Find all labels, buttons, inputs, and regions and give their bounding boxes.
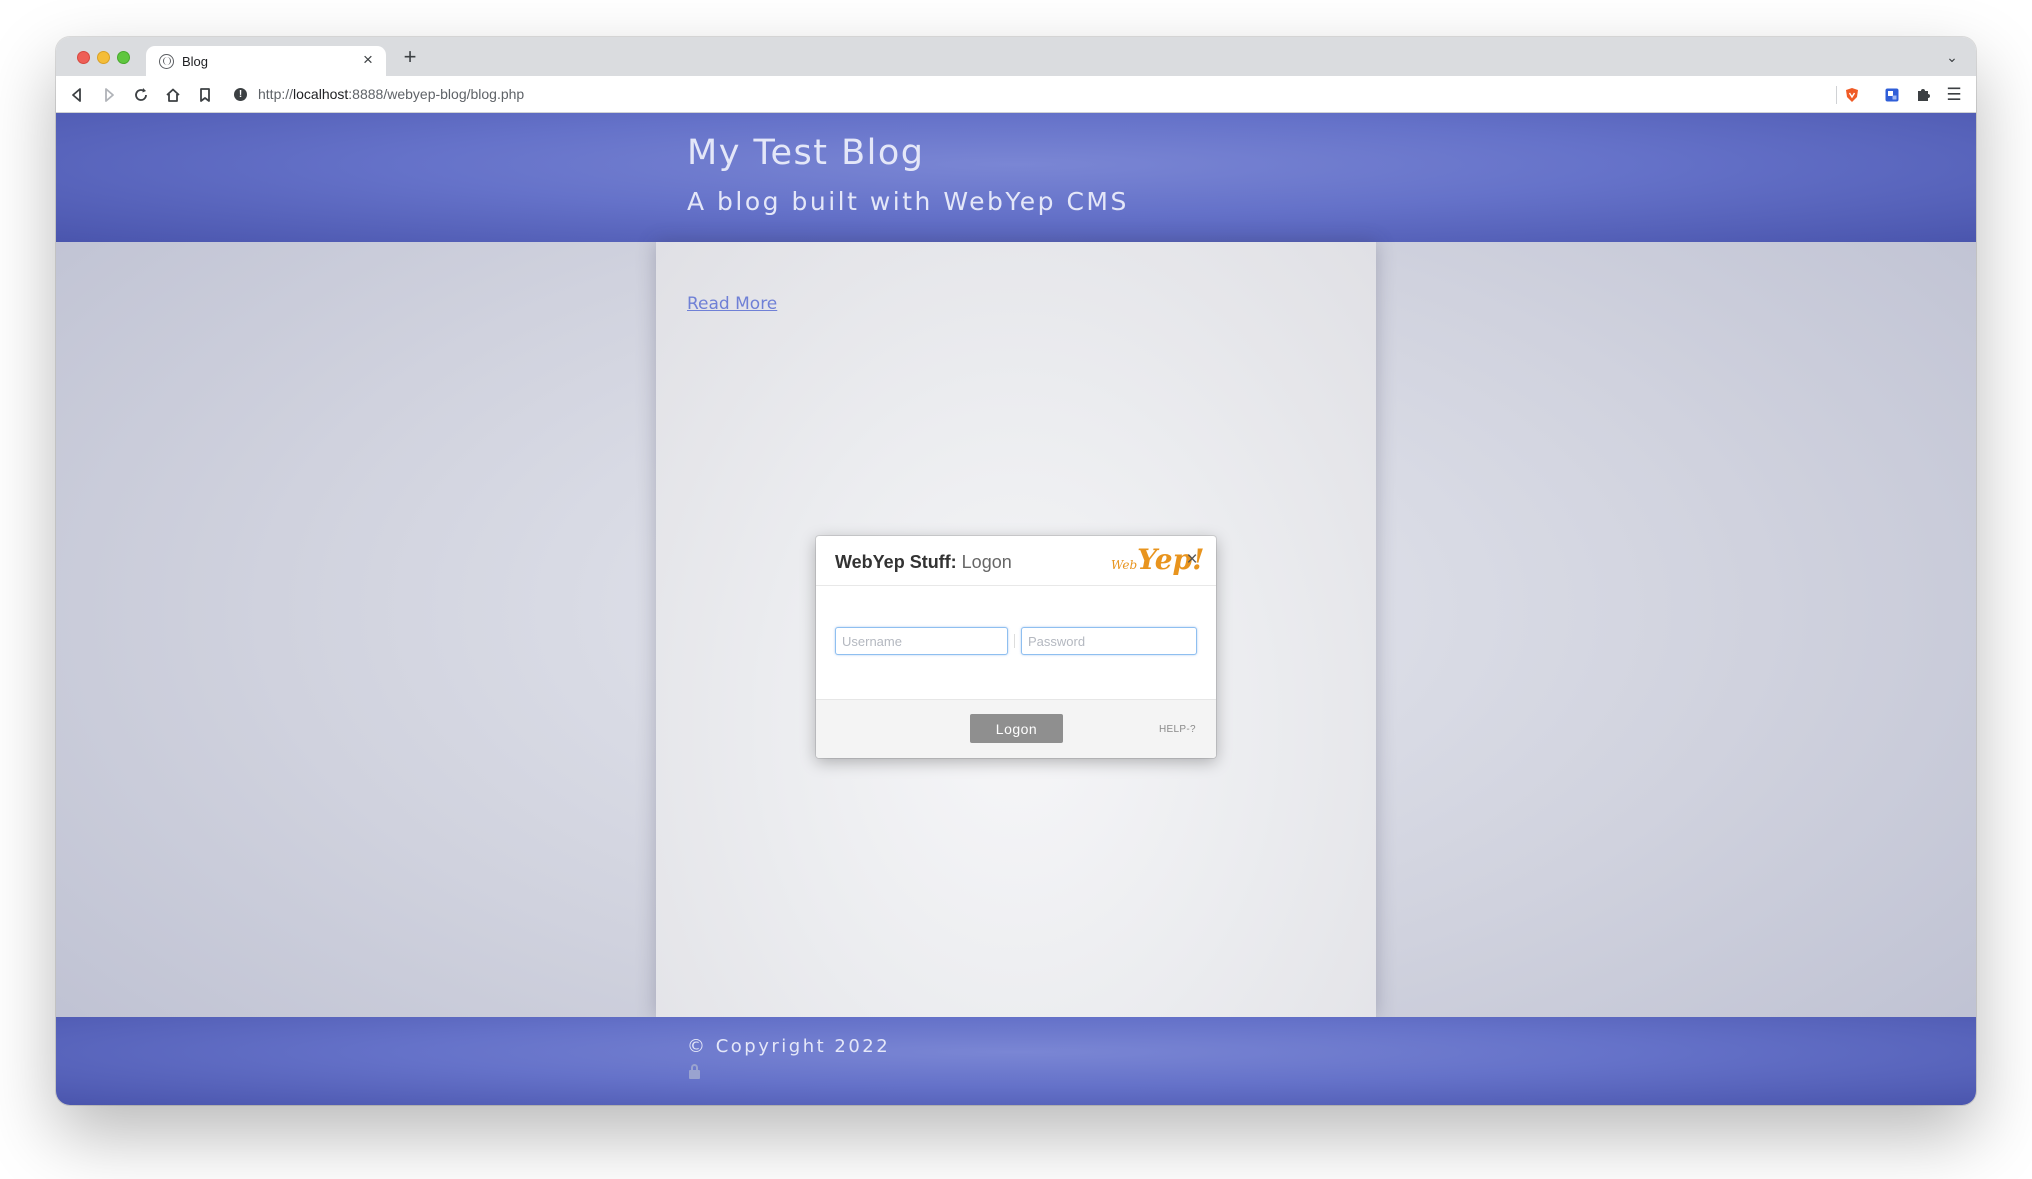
tab-close-icon[interactable]: × [358,50,378,70]
tab-blog[interactable]: Blog × [146,46,386,76]
lock-icon[interactable] [689,1064,700,1079]
tab-strip: Blog × + ⌄ [56,37,1976,76]
dialog-body [816,587,1216,699]
close-window-button[interactable] [77,51,90,64]
home-icon[interactable] [161,83,185,107]
read-more-link[interactable]: Read More [687,294,777,314]
brave-shield-icon[interactable] [1840,83,1864,107]
tab-title: Blog [182,54,209,69]
url-text[interactable]: http://localhost:8888/webyep-blog/blog.p… [258,86,524,102]
close-icon[interactable]: × [1181,549,1203,571]
username-input[interactable] [835,627,1008,655]
page-viewport: My Test Blog A blog built with WebYep CM… [56,113,1976,1105]
browser-toolbar: ! http://localhost:8888/webyep-blog/blog… [56,76,1976,113]
minimize-window-button[interactable] [97,51,110,64]
extension-icon[interactable] [1880,83,1904,107]
bookmark-icon[interactable] [193,83,217,107]
site-title: My Test Blog [687,133,925,173]
back-icon[interactable] [65,83,89,107]
field-separator [1014,634,1015,648]
address-bar[interactable]: ! http://localhost:8888/webyep-blog/blog… [232,81,1837,108]
browser-window: Blog × + ⌄ ! http://localhost:8888/webye… [56,37,1976,1105]
new-tab-button[interactable]: + [398,45,422,69]
dialog-title: WebYep Stuff: Logon [835,552,1012,572]
omnibox-divider [1836,86,1837,104]
password-input[interactable] [1021,627,1197,655]
dialog-footer: Logon HELP-? [816,699,1216,758]
site-footer: © Copyright 2022 [56,1017,1976,1105]
logon-button[interactable]: Logon [970,714,1063,743]
menu-icon[interactable]: ☰ [1942,83,1966,107]
tab-list-chevron-icon[interactable]: ⌄ [1942,47,1962,67]
help-link[interactable]: HELP-? [1159,724,1196,735]
site-subtitle: A blog built with WebYep CMS [687,187,1129,216]
logon-dialog: WebYep Stuff: Logon WebYep! × Logon HELP… [816,536,1216,758]
copyright-text: © Copyright 2022 [687,1036,891,1057]
site-info-icon[interactable]: ! [234,88,247,101]
puzzle-icon[interactable] [1911,83,1935,107]
site-header: My Test Blog A blog built with WebYep CM… [56,113,1976,242]
maximize-window-button[interactable] [117,51,130,64]
forward-icon[interactable] [97,83,121,107]
globe-icon [159,54,174,69]
dialog-header: WebYep Stuff: Logon WebYep! × [816,536,1216,586]
reload-icon[interactable] [129,83,153,107]
